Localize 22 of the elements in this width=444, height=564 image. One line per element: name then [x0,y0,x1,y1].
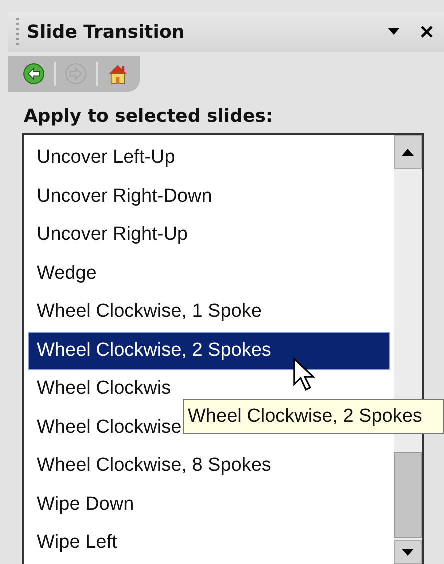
list-item[interactable]: Uncover Right-Up [28,216,390,254]
list-label: Apply to selected slides: [23,105,274,129]
scroll-down-button[interactable] [394,540,422,564]
up-arrow-icon [402,148,414,156]
list-item[interactable]: Wipe Left [28,524,390,562]
list-item[interactable]: Wheel Clockwise, 1 Spoke [28,293,390,332]
list-item[interactable]: Uncover Right-Down [28,178,390,216]
down-arrow-icon [402,548,414,556]
list-item[interactable]: Uncover Left-Up [28,139,390,178]
tooltip: Wheel Clockwise, 2 Spokes [183,399,444,434]
close-icon[interactable] [420,25,434,39]
list-item[interactable]: Wedge [28,254,390,293]
scroll-up-button[interactable] [394,135,422,169]
pane-title: Slide Transition [27,22,186,42]
dropdown-icon[interactable] [388,28,400,36]
grip-icon[interactable] [16,18,19,46]
list-item[interactable]: Wheel Clockwise, 2 Spokes [28,332,390,370]
list-item[interactable]: Wipe Down [28,486,390,524]
scroll-thumb[interactable] [394,452,422,538]
back-button[interactable] [22,62,46,86]
list-item[interactable]: Wheel Clockwise, 8 Spokes [28,447,390,486]
cursor-icon [293,358,315,392]
